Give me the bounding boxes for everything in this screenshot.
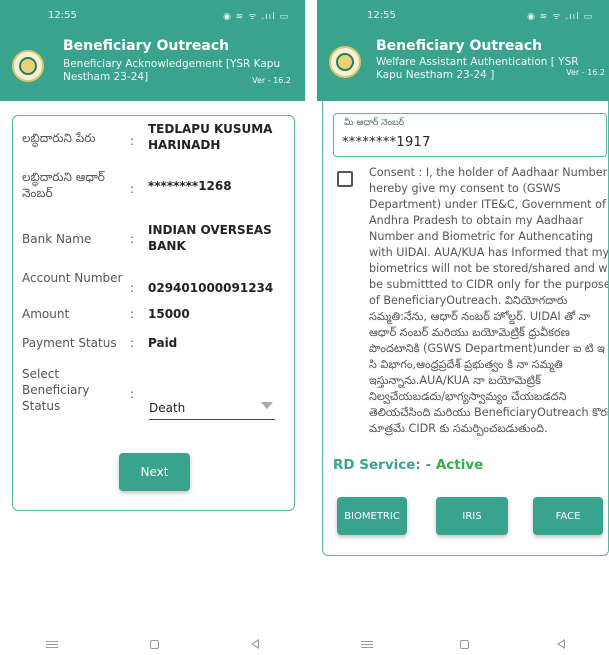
dropdown-arrow-icon: [261, 402, 273, 409]
label-beneficiary-status: Select Beneficiary Status: [22, 367, 90, 413]
status-bar: 12:55 ◉ ≋ ᯤ .ııl ▭: [317, 0, 609, 30]
govt-logo-icon: [12, 50, 44, 82]
value-aadhaar-number: ********1268: [148, 179, 232, 193]
colon: :: [130, 387, 135, 401]
row-bank-name: Bank Name : INDIAN OVERSEAS BANK: [22, 222, 292, 254]
row-account-number: Account Number : 029401000091234: [22, 270, 292, 296]
back-icon[interactable]: [557, 639, 566, 649]
row-amount: Amount : 15000: [22, 306, 292, 322]
colon: :: [130, 336, 135, 350]
consent-text: Consent : I, the holder of Aadhaar Numbe…: [369, 166, 609, 435]
aadhaar-field-value: ********1917: [342, 135, 431, 150]
label-amount: Amount: [22, 307, 70, 321]
biometric-button[interactable]: BIOMETRIC: [337, 497, 407, 535]
row-payment-status: Payment Status : Paid: [22, 335, 292, 351]
selected-status: Death: [149, 401, 186, 415]
label-beneficiary-name: లబ్ధిదారుని పేరు: [22, 131, 96, 145]
status-bar: 12:55 ◉ ≋ ᯤ .ııl ▭: [0, 0, 305, 30]
colon: :: [130, 182, 135, 196]
app-header: 12:55 ◉ ≋ ᯤ .ııl ▭ Beneficiary Outreach …: [0, 0, 305, 101]
label-bank-name: Bank Name: [22, 232, 92, 246]
screens-container: 12:55 ◉ ≋ ᯤ .ııl ▭ Beneficiary Outreach …: [0, 0, 609, 655]
authentication-card: మీ ఆధార్ నెంబర్ ********1917 Consent : I…: [322, 101, 609, 556]
rd-service-status: RD Service: - Active: [333, 457, 483, 473]
back-icon[interactable]: [251, 639, 259, 649]
home-icon[interactable]: [150, 639, 159, 649]
menu-icon[interactable]: [360, 640, 373, 648]
rd-service-label: RD Service: -: [333, 457, 436, 473]
app-title: Beneficiary Outreach: [63, 38, 230, 54]
version-label: Ver - 16.2: [252, 76, 291, 85]
next-button[interactable]: Next: [119, 453, 190, 491]
value-amount: 15000: [148, 307, 190, 321]
colon: :: [130, 232, 135, 246]
consent-checkbox[interactable]: [337, 171, 353, 187]
status-time: 12:55: [48, 9, 77, 21]
acknowledgement-screen: 12:55 ◉ ≋ ᯤ .ııl ▭ Beneficiary Outreach …: [0, 0, 305, 655]
rd-service-value: Active: [435, 457, 484, 473]
version-label: Ver - 16.2: [566, 68, 605, 77]
row-aadhaar-number: లబ్ధిదారుని ఆధార్ నెంబర్ : ********1268: [22, 169, 292, 201]
aadhaar-number-field[interactable]: మీ ఆధార్ నెంబర్ ********1917: [333, 113, 607, 157]
label-payment-status: Payment Status: [22, 336, 117, 350]
menu-icon[interactable]: [46, 640, 58, 648]
app-title: Beneficiary Outreach: [376, 38, 543, 54]
system-nav-bar: [317, 633, 609, 655]
status-icons: ◉ ≋ ᯤ .ııl ▭: [223, 11, 289, 22]
value-payment-status: Paid: [148, 336, 178, 350]
app-header: 12:55 ◉ ≋ ᯤ .ııl ▭ Beneficiary Outreach …: [317, 0, 609, 101]
iris-button[interactable]: IRIS: [436, 497, 508, 535]
label-aadhaar-number: లబ్ధిదారుని ఆధార్ నెంబర్: [22, 170, 105, 200]
value-bank-name: INDIAN OVERSEAS BANK: [148, 223, 272, 253]
label-account-number: Account Number: [22, 271, 123, 285]
value-account-number: 029401000091234: [148, 281, 274, 295]
system-nav-bar: [0, 633, 305, 655]
beneficiary-details-card: లబ్ధిదారుని పేరు : TEDLAPU KUSUMA HARINA…: [12, 115, 295, 511]
govt-logo-icon: [329, 46, 361, 78]
home-icon[interactable]: [460, 639, 470, 649]
value-beneficiary-name: TEDLAPU KUSUMA HARINADH: [148, 122, 273, 152]
authentication-screen: 12:55 ◉ ≋ ᯤ .ııl ▭ Beneficiary Outreach …: [317, 0, 609, 655]
colon: :: [130, 281, 135, 295]
row-beneficiary-name: లబ్ధిదారుని పేరు : TEDLAPU KUSUMA HARINA…: [22, 121, 292, 153]
status-time: 12:55: [367, 9, 396, 21]
colon: :: [130, 307, 135, 321]
colon: :: [130, 134, 135, 148]
face-button[interactable]: FACE: [533, 497, 603, 535]
aadhaar-field-label: మీ ఆధార్ నెంబర్: [344, 118, 405, 128]
status-icons: ◉ ≋ ᯤ .ııl ▭: [527, 11, 593, 22]
beneficiary-status-select[interactable]: Death: [149, 398, 275, 420]
